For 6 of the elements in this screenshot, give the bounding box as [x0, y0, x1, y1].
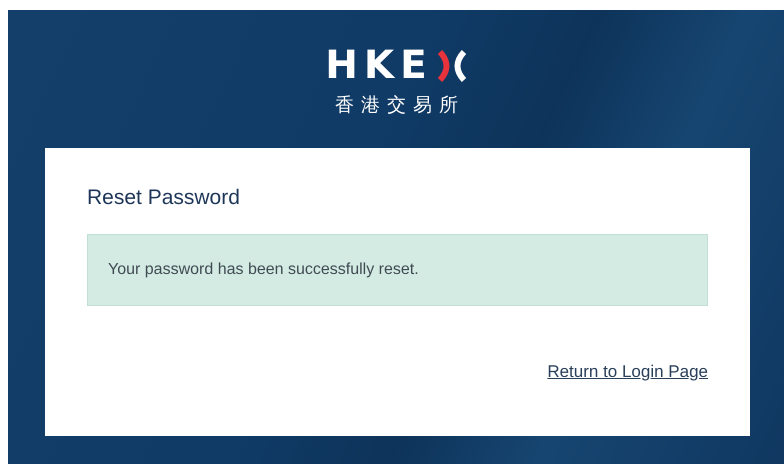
- success-message: Your password has been successfully reset.: [87, 234, 708, 306]
- card-title: Reset Password: [87, 186, 241, 210]
- logo-chinese-name: 香港交易所: [334, 93, 465, 118]
- logo-mark-icon: [436, 50, 467, 82]
- logo-wordmark: HKE: [325, 46, 433, 86]
- return-to-login-link[interactable]: Return to Login Page: [547, 362, 708, 382]
